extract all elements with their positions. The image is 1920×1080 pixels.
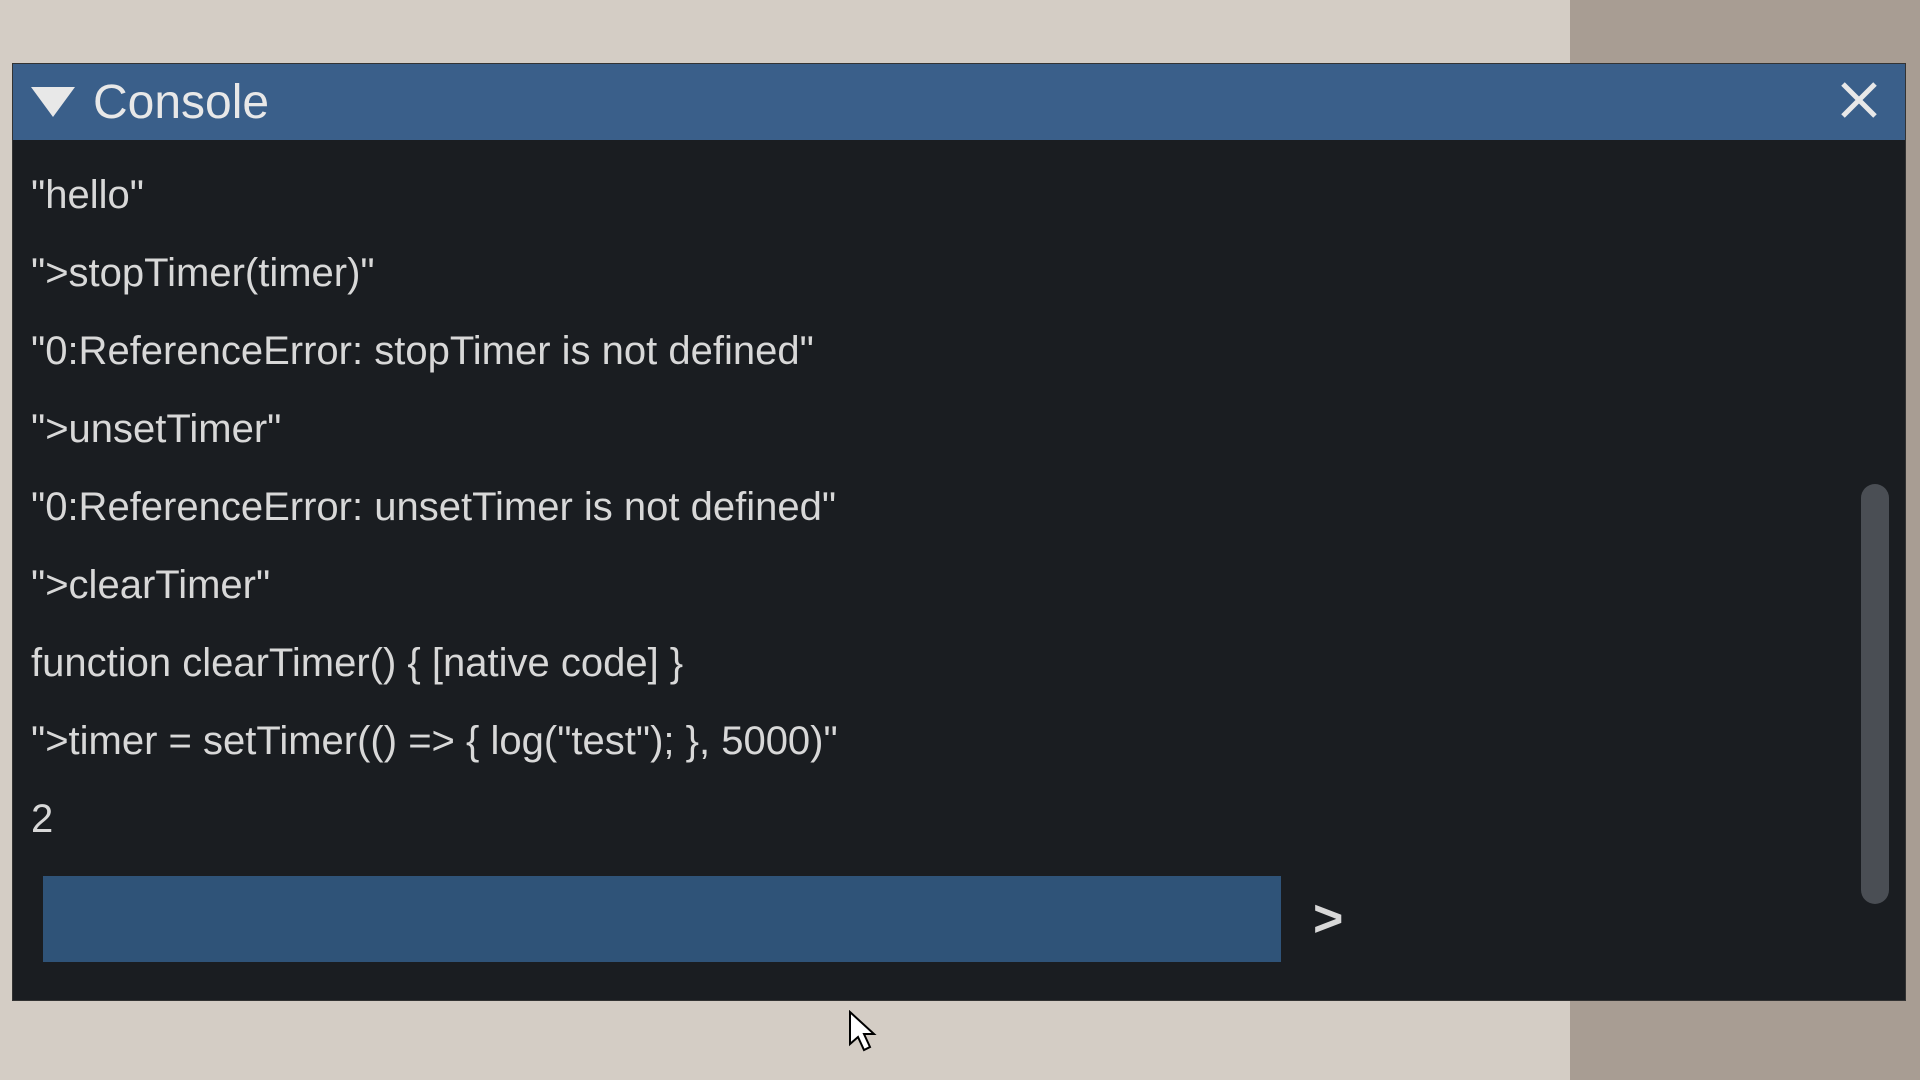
scrollbar-thumb[interactable] — [1861, 484, 1889, 904]
output-line: ">timer = setTimer(() => { log("test"); … — [31, 702, 1887, 780]
disclosure-triangle-icon[interactable] — [31, 87, 75, 117]
cursor-icon — [848, 1010, 880, 1054]
close-button[interactable] — [1831, 75, 1887, 129]
output-line: ">unsetTimer" — [31, 390, 1887, 468]
output-line: "hello" — [31, 156, 1887, 234]
console-input[interactable] — [43, 876, 1281, 962]
console-panel: Console "hello" ">stopTimer(timer)" "0:R… — [12, 63, 1906, 1001]
console-title: Console — [93, 75, 269, 130]
header-left-group: Console — [31, 75, 269, 130]
output-line: 2 — [31, 780, 1887, 858]
output-line: ">stopTimer(timer)" — [31, 234, 1887, 312]
close-icon — [1839, 80, 1879, 120]
console-input-row: > — [13, 864, 1905, 988]
output-line: function clearTimer() { [native code] } — [31, 624, 1887, 702]
console-header: Console — [13, 64, 1905, 140]
output-line: "0:ReferenceError: stopTimer is not defi… — [31, 312, 1887, 390]
output-line: ">clearTimer" — [31, 546, 1887, 624]
output-line: "0:ReferenceError: unsetTimer is not def… — [31, 468, 1887, 546]
submit-button[interactable]: > — [1303, 889, 1353, 949]
console-output[interactable]: "hello" ">stopTimer(timer)" "0:Reference… — [13, 140, 1905, 864]
